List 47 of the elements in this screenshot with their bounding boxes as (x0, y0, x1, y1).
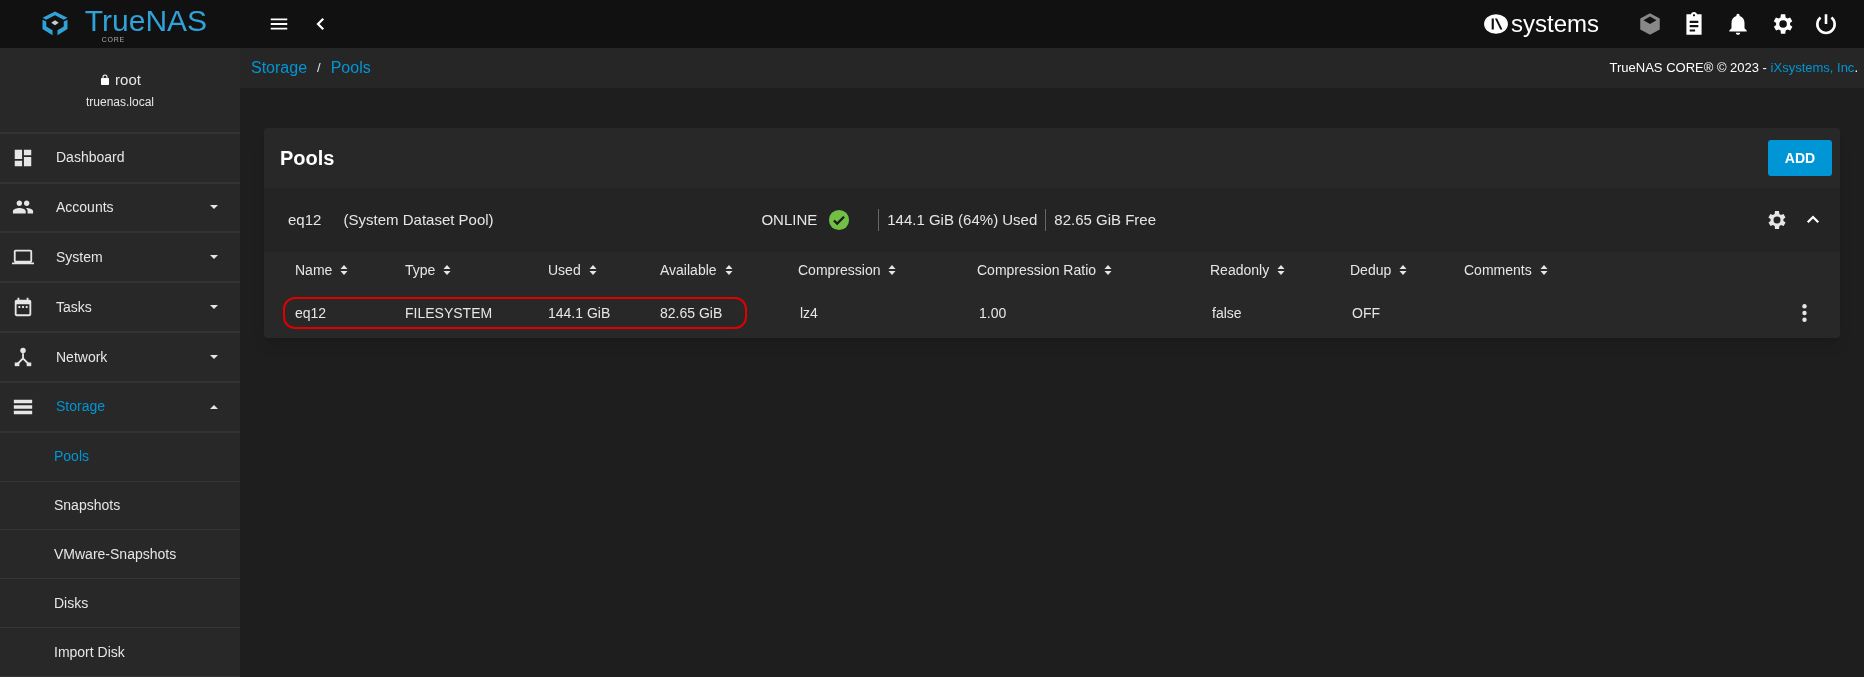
logo-text: TrueNAS (84, 5, 208, 36)
pool-free: 82.65 GiB Free (1045, 208, 1157, 232)
table-cell: lz4 (800, 304, 818, 321)
sidebar-item[interactable]: Dashboard (0, 133, 240, 184)
breadcrumb-separator: / (317, 59, 321, 78)
table-cell: 82.65 GiB (660, 304, 723, 321)
pool-name: eq12 (288, 209, 322, 230)
card-title: Pools (280, 146, 335, 171)
table-cell: FILESYSTEM (405, 304, 493, 321)
copyright-text: TrueNAS CORE® © 2023 - iXsystems, Inc. (1609, 59, 1858, 78)
table-cell: false (1212, 304, 1242, 321)
sidebar-subitem[interactable]: Disks (0, 579, 240, 629)
sidebar-item[interactable]: Network (0, 333, 240, 383)
column-header[interactable]: Readonly (1210, 259, 1270, 281)
sidebar-subitem[interactable]: Snapshots (0, 481, 240, 531)
host-name: truenas.local (85, 94, 154, 112)
pool-note: (System Dataset Pool) (342, 209, 495, 230)
sidebar-subitem[interactable]: Import Disk (0, 628, 240, 677)
user-name: root (115, 69, 141, 90)
column-header[interactable]: Compression Ratio (977, 259, 1097, 281)
lock-icon (99, 73, 112, 86)
calendar-icon (12, 296, 34, 319)
breadcrumb-link[interactable]: Pools (330, 56, 371, 80)
table-cell: 1.00 (979, 304, 1007, 321)
table-cell: 144.1 GiB (548, 304, 611, 321)
vendor-logo-text: systems (1511, 9, 1599, 39)
sidebar-subitem[interactable]: VMware-Snapshots (0, 530, 240, 580)
column-header[interactable]: Available (660, 259, 717, 281)
column-header[interactable]: Dedup (1350, 259, 1392, 281)
sidebar-item[interactable]: Accounts (0, 183, 240, 234)
table-cell: eq12 (295, 304, 327, 321)
column-header[interactable]: Comments (1464, 259, 1532, 281)
pool-status: ONLINE (761, 209, 818, 230)
column-header[interactable]: Used (548, 259, 581, 281)
more-vertical-icon (1802, 304, 1807, 322)
column-header[interactable]: Compression (798, 259, 881, 281)
table-cell: OFF (1352, 304, 1380, 321)
sidebar-item[interactable]: System (0, 233, 240, 284)
ix-logo-icon (1481, 11, 1511, 37)
breadcrumb-link[interactable]: Storage (251, 56, 308, 80)
column-header[interactable]: Type (405, 259, 436, 281)
sidebar-subitem[interactable]: Pools (0, 432, 240, 482)
sidebar-item[interactable]: Tasks (0, 283, 240, 334)
pool-used: 144.1 GiB (64%) Used (878, 208, 1038, 232)
network-icon (12, 346, 34, 368)
column-header[interactable]: Name (295, 259, 333, 281)
sidebar-item[interactable]: Storage (0, 382, 240, 433)
